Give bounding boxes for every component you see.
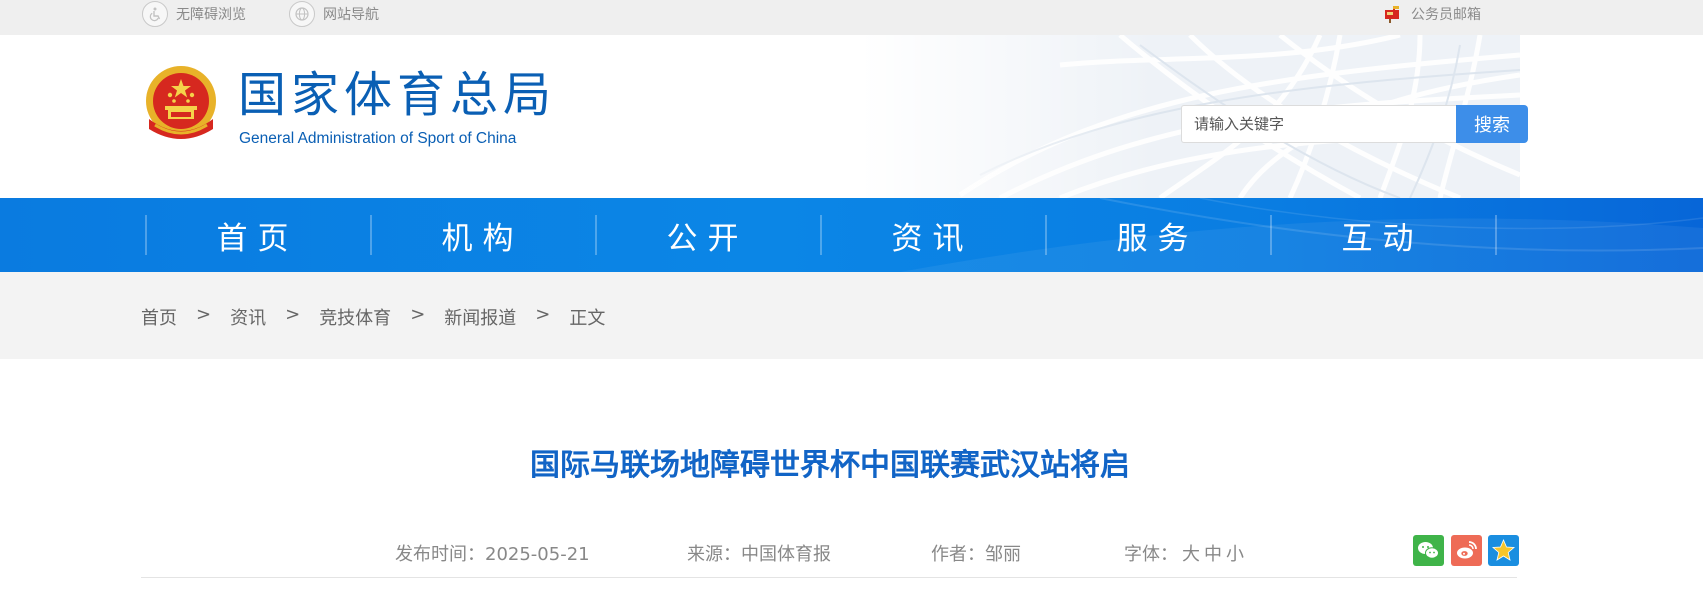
add-favorite-button[interactable] bbox=[1488, 535, 1519, 566]
publish-date: 发布时间：2025-05-21 bbox=[395, 540, 590, 566]
breadcrumb-news[interactable]: 资讯 bbox=[230, 304, 266, 330]
article-author: 作者：邹丽 bbox=[931, 540, 1021, 566]
nav-item-interaction[interactable]: 互动 bbox=[1270, 198, 1495, 272]
mail-link[interactable]: 公务员邮箱 bbox=[1383, 0, 1481, 27]
breadcrumb-separator: > bbox=[535, 304, 551, 325]
publish-date-label: 发布时间： bbox=[395, 544, 485, 565]
nav-item-news[interactable]: 资讯 bbox=[820, 198, 1045, 272]
breadcrumb-bar: 首页 > 资讯 > 竞技体育 > 新闻报道 > 正文 bbox=[0, 272, 1703, 359]
search-button[interactable]: 搜索 bbox=[1456, 105, 1528, 143]
mailbox-icon bbox=[1385, 5, 1399, 23]
breadcrumb-news-reports[interactable]: 新闻报道 bbox=[444, 304, 516, 330]
font-size-medium[interactable]: 中 bbox=[1204, 544, 1222, 565]
breadcrumb: 首页 > 资讯 > 竞技体育 > 新闻报道 > 正文 bbox=[141, 304, 605, 330]
font-size-switcher: 字体：大中小 bbox=[1124, 540, 1244, 566]
accessibility-link[interactable]: 无障碍浏览 bbox=[142, 0, 246, 27]
share-weibo-button[interactable] bbox=[1451, 535, 1482, 566]
source-label: 来源： bbox=[687, 544, 741, 565]
wechat-icon bbox=[1418, 542, 1439, 559]
accessibility-icon bbox=[142, 0, 168, 27]
site-title: 国家体育总局 bbox=[238, 67, 557, 123]
publish-date-value: 2025-05-21 bbox=[485, 544, 590, 565]
article-source: 来源：中国体育报 bbox=[687, 540, 831, 566]
mail-label: 公务员邮箱 bbox=[1411, 6, 1481, 23]
breadcrumb-separator: > bbox=[196, 304, 212, 325]
national-emblem-logo bbox=[146, 66, 216, 139]
nav-item-organization[interactable]: 机构 bbox=[370, 198, 595, 272]
nav-item-home[interactable]: 首页 bbox=[145, 198, 370, 272]
font-size-small[interactable]: 小 bbox=[1226, 544, 1244, 565]
font-size-large[interactable]: 大 bbox=[1182, 544, 1200, 565]
font-size-label: 字体： bbox=[1124, 544, 1178, 565]
nav-item-public[interactable]: 公开 bbox=[595, 198, 820, 272]
breadcrumb-separator: > bbox=[410, 304, 426, 325]
site-title-english: General Administration of Sport of China bbox=[239, 130, 517, 147]
sitemap-label: 网站导航 bbox=[323, 6, 379, 23]
breadcrumb-home[interactable]: 首页 bbox=[141, 304, 177, 330]
search-input[interactable] bbox=[1181, 105, 1456, 143]
breadcrumb-competitive-sports[interactable]: 竞技体育 bbox=[319, 304, 391, 330]
nav-item-services[interactable]: 服务 bbox=[1045, 198, 1270, 272]
site-header: 国家体育总局 General Administration of Sport o… bbox=[0, 35, 1703, 198]
author-value: 邹丽 bbox=[985, 544, 1021, 565]
breadcrumb-separator: > bbox=[285, 304, 301, 325]
top-utility-bar: 无障碍浏览 网站导航 公务员邮箱 bbox=[0, 0, 1703, 35]
accessibility-label: 无障碍浏览 bbox=[176, 6, 246, 23]
search-form: 搜索 bbox=[1181, 105, 1528, 143]
nav-separator bbox=[1495, 215, 1497, 255]
source-value: 中国体育报 bbox=[741, 544, 831, 565]
share-wechat-button[interactable] bbox=[1413, 535, 1444, 566]
weibo-icon bbox=[1457, 541, 1477, 559]
sitemap-link[interactable]: 网站导航 bbox=[289, 0, 379, 27]
meta-divider bbox=[141, 577, 1517, 578]
breadcrumb-current: 正文 bbox=[569, 308, 606, 329]
author-label: 作者： bbox=[931, 544, 985, 565]
globe-icon bbox=[289, 0, 315, 27]
article-title: 国际马联场地障碍世界杯中国联赛武汉站将启 bbox=[530, 448, 1130, 483]
main-navigation: 首页 机构 公开 资讯 服务 互动 bbox=[0, 198, 1703, 272]
star-icon bbox=[1491, 538, 1516, 561]
